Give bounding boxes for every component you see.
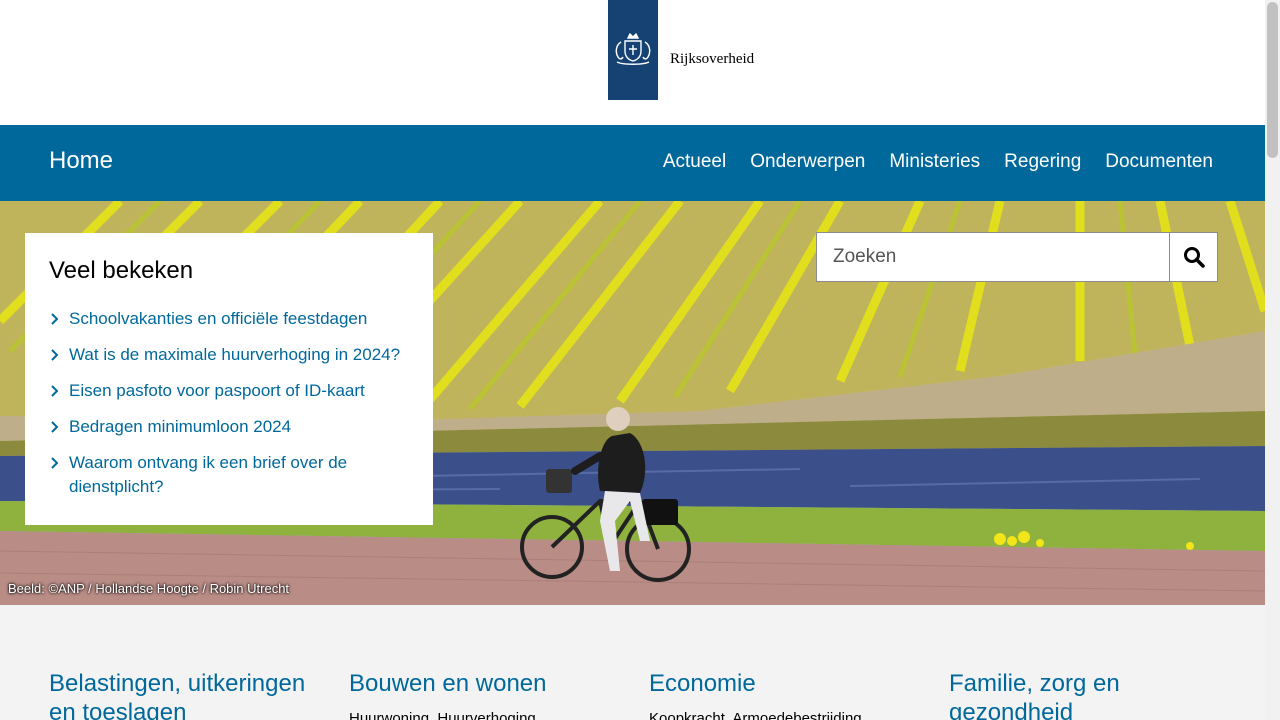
topic-title-bouwen[interactable]: Bouwen en wonen bbox=[349, 669, 619, 698]
nav-home[interactable]: Home bbox=[49, 147, 113, 175]
chevron-right-icon bbox=[51, 349, 59, 361]
popular-link-dienstplicht[interactable]: Waarom ontvang ik een brief over de dien… bbox=[69, 453, 347, 496]
list-item: Eisen pasfoto voor paspoort of ID-kaart bbox=[49, 379, 409, 403]
topic-sub[interactable]: Huurwoning, Huurverhoging bbox=[349, 710, 619, 720]
nav-items: Actueel Onderwerpen Ministeries Regering… bbox=[663, 151, 1213, 173]
list-item: Bedragen minimumloon 2024 bbox=[49, 415, 409, 439]
topic-sub[interactable]: Koopkracht, Armoedebestrijding bbox=[649, 710, 919, 720]
coat-of-arms-icon bbox=[608, 0, 658, 100]
chevron-right-icon bbox=[51, 421, 59, 433]
nav-item-ministeries[interactable]: Ministeries bbox=[889, 151, 980, 173]
list-item: Schoolvakanties en officiële feestdagen bbox=[49, 307, 409, 331]
nav-item-documenten[interactable]: Documenten bbox=[1105, 151, 1213, 173]
chevron-right-icon bbox=[51, 385, 59, 397]
chevron-right-icon bbox=[51, 457, 59, 469]
nav-item-onderwerpen[interactable]: Onderwerpen bbox=[750, 151, 865, 173]
topic-card: Bouwen en wonen Huurwoning, Huurverhogin… bbox=[349, 669, 619, 720]
main-nav: Home Actueel Onderwerpen Ministeries Reg… bbox=[0, 125, 1265, 201]
list-item: Waarom ontvang ik een brief over de dien… bbox=[49, 451, 409, 499]
chevron-right-icon bbox=[51, 313, 59, 325]
search-form bbox=[816, 232, 1218, 282]
scrollbar-thumb[interactable] bbox=[1267, 2, 1278, 158]
search-input[interactable] bbox=[817, 233, 1169, 281]
topics-section: Belastingen, uitkeringen en toeslagen Bo… bbox=[0, 605, 1265, 720]
search-icon bbox=[1183, 247, 1205, 268]
topic-title-economie[interactable]: Economie bbox=[649, 669, 919, 698]
popular-link-schoolvakanties[interactable]: Schoolvakanties en officiële feestdagen bbox=[69, 309, 367, 328]
logo-link[interactable]: Rijksoverheid bbox=[608, 0, 754, 100]
popular-title: Veel bekeken bbox=[49, 257, 194, 284]
popular-box: Veel bekeken Schoolvakanties en officiël… bbox=[25, 233, 433, 525]
popular-link-pasfoto[interactable]: Eisen pasfoto voor paspoort of ID-kaart bbox=[69, 381, 365, 400]
popular-link-huurverhoging[interactable]: Wat is de maximale huurverhoging in 2024… bbox=[69, 345, 400, 364]
photo-credit: Beeld: ©ANP / Hollandse Hoogte / Robin U… bbox=[8, 581, 290, 596]
scrollbar[interactable] bbox=[1265, 0, 1280, 720]
popular-link-minimumloon[interactable]: Bedragen minimumloon 2024 bbox=[69, 417, 291, 436]
logo-text: Rijksoverheid bbox=[670, 51, 755, 67]
topic-title-belastingen[interactable]: Belastingen, uitkeringen en toeslagen bbox=[49, 669, 319, 720]
topic-card: Familie, zorg en gezondheid bbox=[949, 669, 1219, 720]
topic-title-familie[interactable]: Familie, zorg en gezondheid bbox=[949, 669, 1219, 720]
topic-card: Economie Koopkracht, Armoedebestrijding bbox=[649, 669, 919, 720]
list-item: Wat is de maximale huurverhoging in 2024… bbox=[49, 343, 409, 367]
nav-item-regering[interactable]: Regering bbox=[1004, 151, 1081, 173]
popular-list: Schoolvakanties en officiële feestdagen … bbox=[49, 307, 409, 499]
site-header: Rijksoverheid bbox=[0, 0, 1265, 125]
nav-item-actueel[interactable]: Actueel bbox=[663, 151, 726, 173]
search-button[interactable] bbox=[1169, 233, 1217, 281]
topic-card: Belastingen, uitkeringen en toeslagen bbox=[49, 669, 319, 720]
